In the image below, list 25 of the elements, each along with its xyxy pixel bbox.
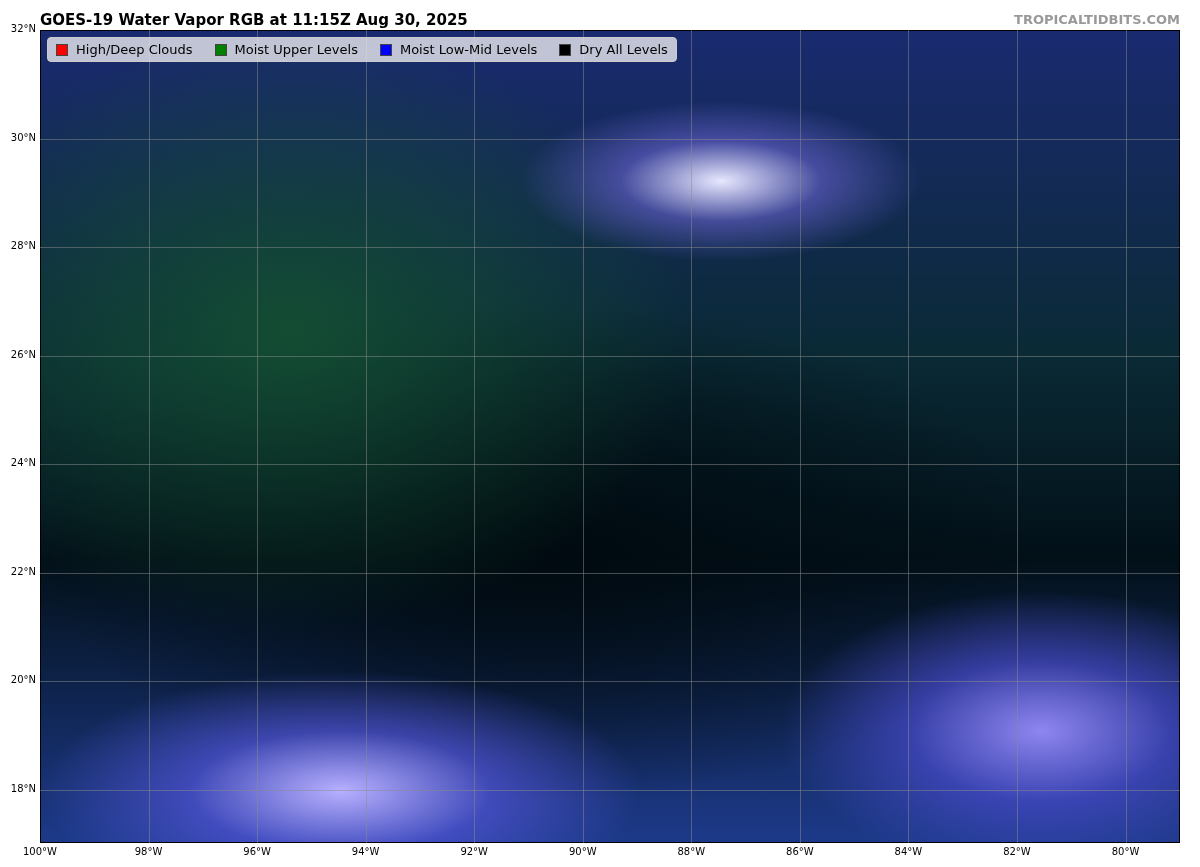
legend-label: High/Deep Clouds	[76, 42, 193, 57]
legend-label: Moist Low-Mid Levels	[399, 42, 538, 57]
longitude-label: 90°W	[567, 846, 598, 857]
latitude-label: 30°N	[10, 131, 36, 143]
site-credit: TROPICALTIDBITS.COM	[1014, 12, 1180, 27]
latitude-label: 28°N	[10, 240, 36, 252]
longitude-label: 80°W	[1110, 846, 1141, 857]
legend-label: Dry All Levels	[579, 42, 668, 57]
longitude-label: 92°W	[459, 846, 489, 857]
longitude-label: 88°W	[676, 846, 707, 857]
longitude-label: 96°W	[242, 846, 272, 857]
latitude-label: 22°N	[10, 565, 36, 577]
latitude-label: 26°N	[10, 348, 36, 360]
longitude-label: 84°W	[893, 846, 924, 857]
longitude-label: 98°W	[133, 846, 164, 857]
map-title: GOES-19 Water Vapor RGB at 11:15Z Aug 30, 2025	[40, 10, 468, 29]
legend-label: Moist Upper Levels	[234, 42, 358, 57]
latitude-label: 18°N	[10, 782, 36, 794]
latitude-label: 20°N	[10, 674, 36, 686]
longitude-label: 82°W	[1002, 846, 1032, 857]
latitude-label: 32°N	[10, 23, 36, 34]
latitude-label: 24°N	[10, 457, 36, 469]
longitude-label: 86°W	[785, 846, 815, 857]
longitude-label: 94°W	[350, 846, 381, 857]
longitude-label: 100°W	[22, 846, 58, 857]
